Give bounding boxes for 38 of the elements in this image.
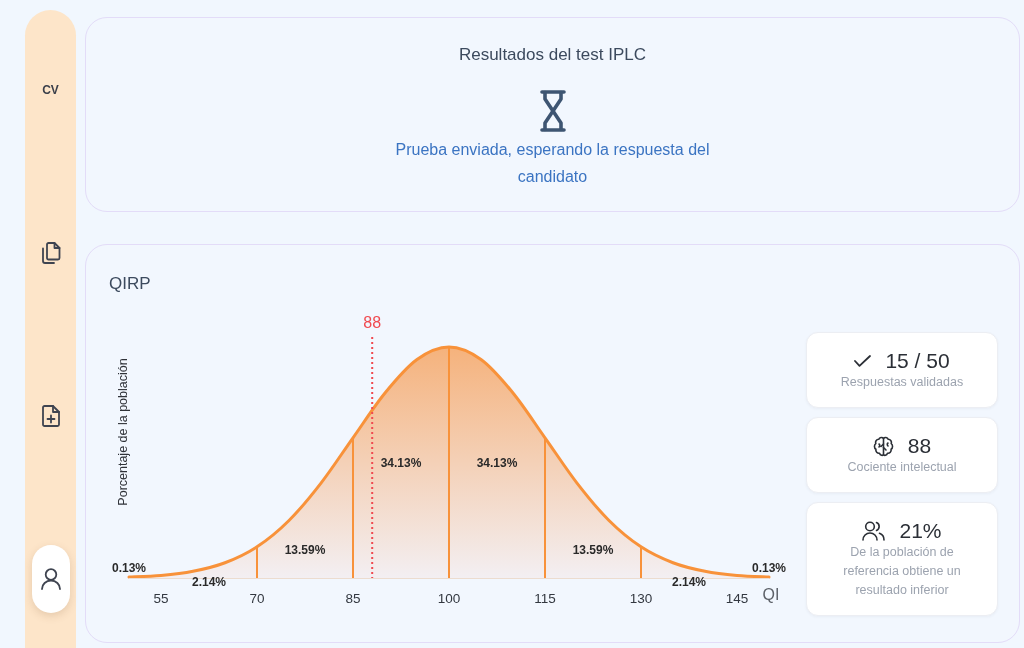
- band-percentage: 2.14%: [192, 574, 226, 589]
- y-axis-title: Porcentaje de la población: [116, 358, 131, 506]
- x-tick-label: 100: [437, 590, 461, 606]
- band-percentage: 0.13%: [752, 560, 786, 575]
- nav-button[interactable]: CV: [39, 80, 62, 100]
- status-message: Prueba enviada, esperando la respuesta del candidato: [394, 140, 711, 187]
- file-plus-icon: [41, 405, 60, 427]
- people-icon: [862, 521, 886, 541]
- user-icon: [40, 568, 61, 590]
- band-divider: [256, 545, 258, 579]
- stat-label: De la población de referencia obtiene un resultado inferior: [842, 544, 962, 599]
- band-percentage: 34.13%: [380, 455, 422, 470]
- brain-icon: [872, 435, 894, 457]
- check-icon: [854, 355, 872, 367]
- x-tick-label: 55: [153, 590, 169, 606]
- stat-label: Respuestas validadas: [840, 374, 964, 391]
- band-divider: [640, 545, 642, 579]
- x-tick-label: 145: [725, 590, 749, 606]
- stat-value: 88: [907, 434, 932, 458]
- nav-button[interactable]: [31, 545, 70, 613]
- x-tick-label: 115: [534, 590, 556, 606]
- band-percentage: 13.59%: [572, 542, 614, 557]
- x-tick-label: 70: [249, 590, 265, 606]
- x-tick-label: 85: [345, 590, 361, 606]
- hourglass-icon: [539, 90, 566, 132]
- band-percentage: 0.13%: [112, 560, 146, 575]
- x-axis-title: QI: [762, 586, 780, 604]
- band-percentage: 2.14%: [672, 574, 706, 589]
- stat-label: Cociente intelectual: [847, 459, 957, 476]
- card-title: Resultados del test IPLC: [458, 44, 647, 66]
- copy-icon: [40, 242, 61, 264]
- band-percentage: 34.13%: [476, 455, 518, 470]
- card-title: QIRP: [109, 273, 151, 295]
- band-percentage: 13.59%: [284, 542, 326, 557]
- score-label: 88: [363, 314, 382, 332]
- stat-value: 15 / 50: [885, 349, 950, 373]
- stat-value: 21%: [899, 519, 942, 543]
- x-tick-label: 130: [629, 590, 653, 606]
